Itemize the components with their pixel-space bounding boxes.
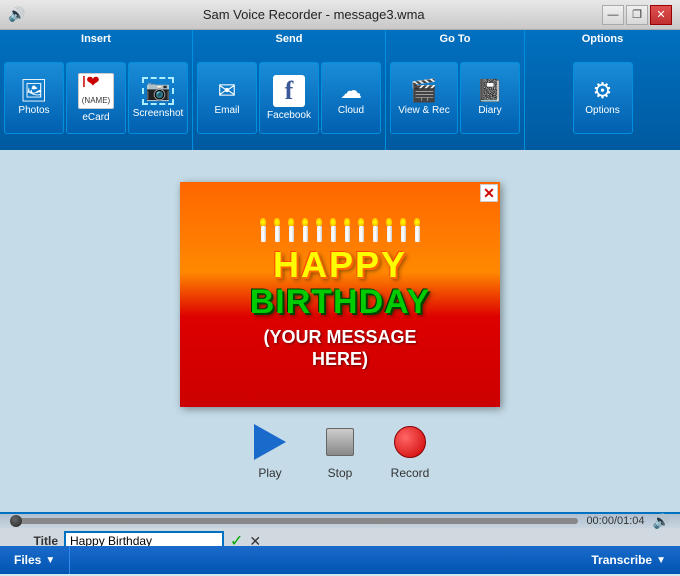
happy-text: HAPPY (273, 247, 407, 283)
progress-thumb[interactable] (10, 515, 22, 527)
goto-section-label: Go To (386, 30, 524, 47)
cloud-button[interactable]: ☁ Cloud (321, 62, 381, 134)
send-section-label: Send (193, 30, 385, 47)
files-tab-arrow: ▼ (45, 555, 55, 566)
send-buttons: ✉ Email f Facebook ☁ Cloud (193, 47, 385, 150)
candle (302, 218, 308, 242)
screenshot-icon: 📷 (142, 77, 175, 105)
email-label: Email (214, 105, 239, 116)
email-button[interactable]: ✉ Email (197, 62, 257, 134)
record-icon (390, 422, 430, 462)
viewrec-icon: 🎬 (410, 80, 437, 102)
progress-bar-container: 00:00/01:04 🔊 (0, 514, 680, 528)
play-button[interactable]: Play (250, 422, 290, 480)
ecard-icon: I❤(NAME) (78, 73, 114, 109)
ecard-button[interactable]: I❤(NAME) eCard (66, 62, 126, 134)
birthday-card: HAPPY BIRTHDAY (YOUR MESSAGEHERE) (180, 182, 500, 407)
options-icon: ⚙ (593, 80, 613, 102)
card-message-text: (YOUR MESSAGEHERE) (263, 327, 416, 370)
options-button[interactable]: ⚙ Options (573, 62, 633, 134)
playback-controls: Play Stop Record (250, 422, 430, 480)
progress-track[interactable] (10, 518, 578, 524)
stop-icon (320, 422, 360, 462)
diary-button[interactable]: 📓 Diary (460, 62, 520, 134)
diary-label: Diary (478, 105, 501, 116)
screenshot-button[interactable]: 📷 Screenshot (128, 62, 188, 134)
ecard-label: eCard (82, 112, 109, 123)
window-controls: — ❐ ✕ (602, 5, 672, 25)
facebook-button[interactable]: f Facebook (259, 62, 319, 134)
time-display: 00:00/01:04 (586, 515, 644, 527)
photos-button[interactable]: 🖼 Photos (4, 62, 64, 134)
viewrec-label: View & Rec (398, 105, 450, 116)
record-label: Record (391, 466, 430, 480)
transcribe-tab-label: Transcribe (591, 553, 652, 567)
photos-label: Photos (18, 105, 49, 116)
window-title: Sam Voice Recorder - message3.wma (25, 7, 602, 22)
candle (316, 218, 322, 242)
close-button[interactable]: ✕ (650, 5, 672, 25)
toolbar-section-options: Options ⚙ Options (525, 30, 680, 150)
files-tab-label: Files (14, 553, 41, 567)
stop-label: Stop (328, 466, 353, 480)
candle (288, 218, 294, 242)
birthday-text: BIRTHDAY (250, 285, 431, 319)
toolbar: Insert 🖼 Photos I❤(NAME) eCard 📷 Screens… (0, 30, 680, 150)
speaker-icon: 🔊 (8, 6, 25, 23)
restore-button[interactable]: ❐ (626, 5, 648, 25)
viewrec-button[interactable]: 🎬 View & Rec (390, 62, 458, 134)
options-buttons: ⚙ Options (525, 47, 680, 150)
transcribe-tab[interactable]: Transcribe ▼ (577, 546, 680, 574)
volume-icon[interactable]: 🔊 (653, 513, 670, 530)
minimize-button[interactable]: — (602, 5, 624, 25)
toolbar-section-send: Send ✉ Email f Facebook ☁ Cloud (193, 30, 386, 150)
insert-section-label: Insert (0, 30, 192, 47)
candle (260, 218, 266, 242)
title-bar: 🔊 Sam Voice Recorder - message3.wma — ❐ … (0, 0, 680, 30)
candle (400, 218, 406, 242)
candles-top-row (260, 218, 420, 242)
record-button[interactable]: Record (390, 422, 430, 480)
insert-buttons: 🖼 Photos I❤(NAME) eCard 📷 Screenshot (0, 47, 192, 150)
facebook-label: Facebook (267, 110, 311, 121)
cloud-icon: ☁ (340, 80, 362, 102)
candle (386, 218, 392, 242)
candle (274, 218, 280, 242)
transcribe-tab-arrow: ▼ (656, 555, 666, 566)
goto-buttons: 🎬 View & Rec 📓 Diary (386, 47, 524, 150)
candle (330, 218, 336, 242)
candle (372, 218, 378, 242)
stop-button[interactable]: Stop (320, 422, 360, 480)
play-label: Play (258, 466, 281, 480)
play-icon (250, 422, 290, 462)
main-area: Gts...re HAPPY BIRTHDAY (YOUR MESSAGEHER… (0, 150, 680, 512)
files-tab[interactable]: Files ▼ (0, 546, 70, 574)
screenshot-label: Screenshot (133, 108, 184, 119)
bottom-bar: Files ▼ Transcribe ▼ (0, 546, 680, 574)
candle (358, 218, 364, 242)
card-container: HAPPY BIRTHDAY (YOUR MESSAGEHERE) ✕ (180, 182, 500, 407)
diary-icon: 📓 (476, 80, 503, 102)
facebook-icon: f (273, 75, 305, 107)
toolbar-section-insert: Insert 🖼 Photos I❤(NAME) eCard 📷 Screens… (0, 30, 193, 150)
cloud-label: Cloud (338, 105, 364, 116)
candle (414, 218, 420, 242)
close-card-button[interactable]: ✕ (480, 184, 498, 202)
toolbar-section-goto: Go To 🎬 View & Rec 📓 Diary (386, 30, 525, 150)
email-icon: ✉ (218, 80, 236, 102)
candle (344, 218, 350, 242)
photos-icon: 🖼 (20, 80, 48, 102)
options-section-label: Options (525, 30, 680, 47)
options-label: Options (585, 105, 619, 116)
